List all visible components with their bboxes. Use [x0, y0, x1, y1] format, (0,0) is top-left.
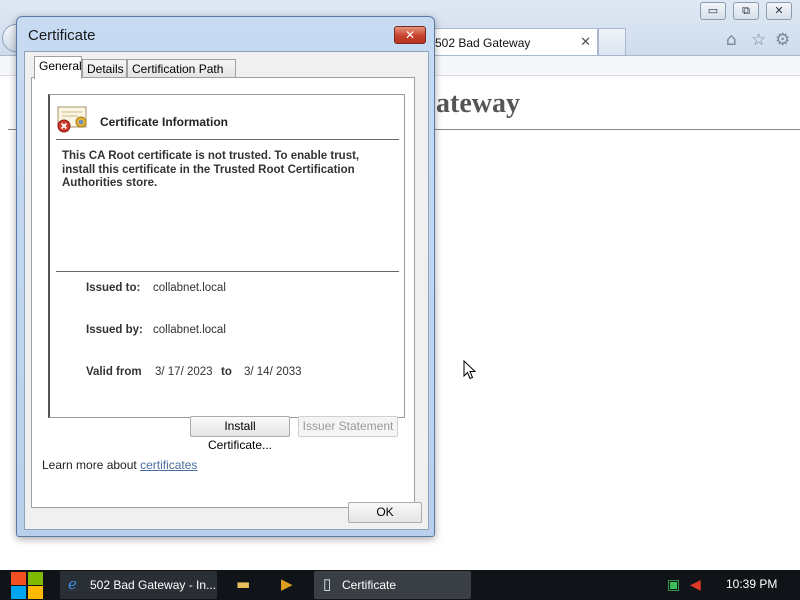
certificates-link[interactable]: certificates — [140, 458, 197, 472]
tab-certification-path[interactable]: Certification Path — [127, 59, 236, 78]
tab-close-icon[interactable]: ✕ — [580, 34, 591, 50]
valid-to-value: 3/ 14/ 2033 — [244, 366, 302, 378]
dialog-title: Certificate — [28, 27, 96, 44]
mouse-cursor-icon — [463, 360, 477, 380]
media-player-icon[interactable]: ▶ — [281, 575, 293, 593]
issued-to-label: Issued to: — [86, 282, 141, 294]
start-button-windows-logo-icon[interactable] — [8, 571, 46, 600]
new-tab-button[interactable] — [598, 28, 626, 55]
folder-icon[interactable]: ▬ — [236, 575, 250, 593]
taskbar-item-browser-label: 502 Bad Gateway - In... — [90, 578, 217, 592]
issuer-statement-button[interactable]: Issuer Statement — [298, 416, 398, 437]
network-icon[interactable]: ▣ — [667, 577, 680, 593]
page-heading: ateway — [436, 88, 520, 119]
home-icon[interactable]: ⌂ — [726, 30, 737, 50]
certificate-error-icon — [57, 106, 87, 133]
ok-button[interactable]: OK — [348, 502, 422, 523]
learn-more-prefix: Learn more about — [42, 458, 137, 472]
browser-tab[interactable]: 502 Bad Gateway ✕ — [428, 28, 598, 55]
trust-warning-message: This CA Root certificate is not trusted.… — [62, 150, 360, 189]
system-clock[interactable]: 10:39 PM — [726, 577, 777, 591]
browser-tab-label: 502 Bad Gateway — [435, 36, 531, 50]
issued-by-value: collabnet.local — [153, 324, 226, 336]
valid-from-value: 3/ 17/ 2023 — [155, 366, 213, 378]
certificate-dialog: Certificate ✕ General Details Certificat… — [16, 16, 435, 537]
certificate-info-title: Certificate Information — [100, 115, 229, 129]
install-certificate-button[interactable]: Install Certificate... — [190, 416, 290, 452]
valid-to-label: to — [221, 366, 232, 378]
minimize-button[interactable]: ▭ — [700, 2, 726, 20]
taskbar-item-certificate-label: Certificate — [342, 578, 397, 592]
document-icon: ▯ — [323, 576, 332, 593]
certificate-info-box: Certificate Information This CA Root cer… — [48, 94, 405, 418]
learn-more-text: Learn more about certificates — [42, 458, 197, 472]
issued-to-value: collabnet.local — [153, 282, 226, 294]
taskbar-item-certificate[interactable]: ▯ Certificate — [314, 571, 471, 599]
volume-muted-icon[interactable]: ◀ — [690, 577, 701, 593]
internet-explorer-icon: ℯ — [68, 576, 77, 593]
tab-details[interactable]: Details — [82, 59, 127, 78]
restore-button[interactable]: ⧉ — [733, 2, 759, 20]
gear-icon[interactable]: ⚙ — [775, 30, 790, 50]
tab-general[interactable]: General — [34, 56, 82, 79]
info-divider-top — [56, 139, 399, 140]
taskbar-item-browser[interactable]: ℯ 502 Bad Gateway - In... — [60, 571, 217, 599]
general-tab-panel: Certificate Information This CA Root cer… — [31, 77, 415, 508]
dialog-close-button[interactable]: ✕ — [394, 26, 426, 44]
valid-from-label: Valid from — [86, 366, 142, 378]
window-close-button[interactable]: ✕ — [766, 2, 792, 20]
star-icon[interactable]: ☆ — [751, 30, 766, 50]
info-divider-bottom — [56, 271, 399, 272]
dialog-body: General Details Certification Path Certi… — [24, 51, 429, 530]
issued-by-label: Issued by: — [86, 324, 143, 336]
